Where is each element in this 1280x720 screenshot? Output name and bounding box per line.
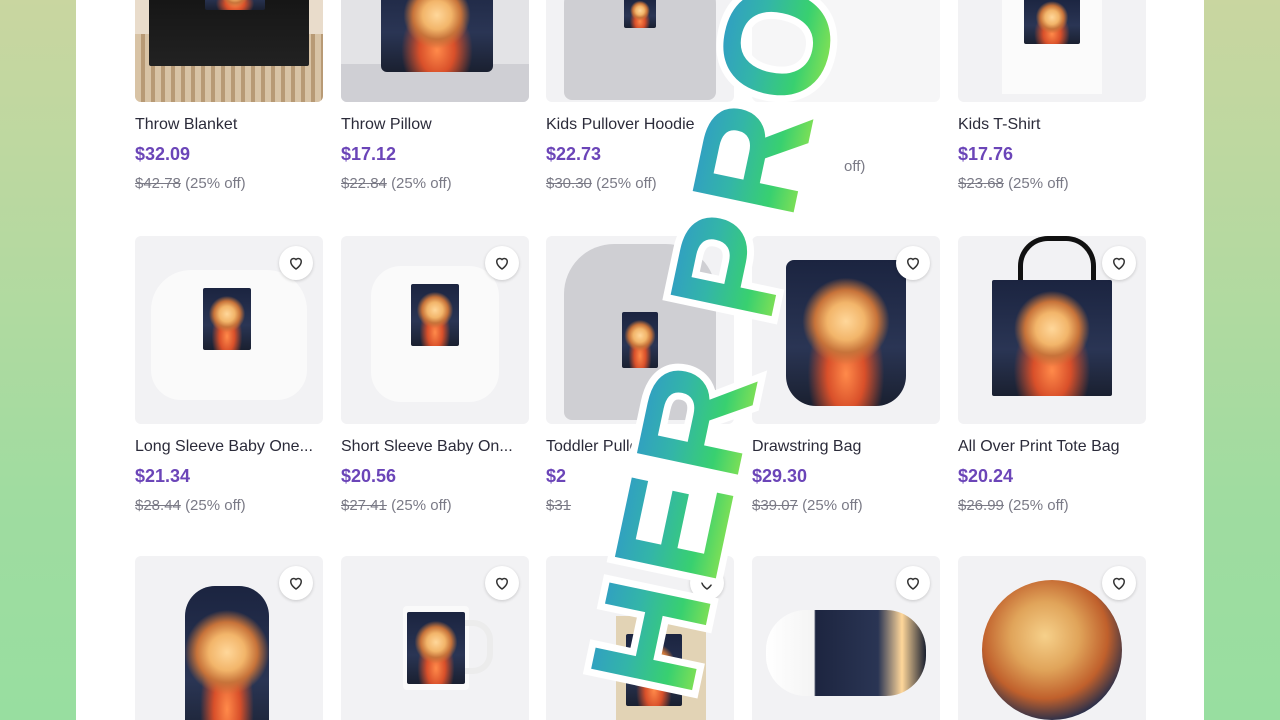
strikethrough-price: $31 (546, 497, 572, 514)
product-price (752, 126, 940, 148)
product-name[interactable]: All Over Print Tote Bag (958, 438, 1146, 456)
strikethrough-price: $30.30 (546, 175, 592, 192)
strikethrough-price: $39.07 (752, 497, 798, 514)
heart-outline-icon (495, 257, 509, 270)
product-image[interactable] (546, 236, 734, 424)
discount-label: (25% off) (802, 497, 863, 514)
product-original-price: off) (752, 158, 940, 175)
product-image[interactable] (958, 0, 1146, 102)
product-price: $2 (546, 466, 567, 486)
product-image[interactable] (135, 556, 323, 720)
product-name[interactable]: Kids T-Shirt (958, 116, 1146, 134)
discount-label: (25% off) (391, 175, 452, 192)
discount-label: (25% off) (185, 497, 246, 514)
heart-outline-icon (906, 577, 920, 590)
product-card[interactable]: Kids T-Shirt $17.76 $23.68 (25% off) (958, 0, 1146, 192)
product-image[interactable] (546, 0, 734, 102)
favorite-button[interactable] (485, 566, 519, 600)
discount-label: off) (844, 158, 866, 175)
favorite-button[interactable] (896, 246, 930, 280)
product-original-price: $28.44 (25% off) (135, 497, 323, 514)
product-card[interactable]: Throw Pillow $17.12 $22.84 (25% off) (341, 0, 529, 192)
product-price: $17.76 (958, 144, 1014, 164)
product-original-price: $39.07 (25% off) (752, 497, 940, 514)
product-card[interactable]: Short Sleeve Baby On... $20.56 $27.41 (2… (341, 236, 529, 514)
favorite-button[interactable] (1102, 566, 1136, 600)
product-image[interactable] (341, 236, 529, 424)
product-original-price: $22.84 (25% off) (341, 175, 529, 192)
product-original-price: $26.99 (25% off) (958, 497, 1146, 514)
product-image[interactable] (135, 236, 323, 424)
product-card[interactable] (341, 556, 529, 720)
product-card[interactable]: off) (752, 0, 940, 175)
product-image[interactable] (752, 0, 940, 102)
product-grid-page: Throw Blanket $32.09 $42.78 (25% off) Th… (76, 0, 1204, 720)
product-name[interactable]: Long Sleeve Baby One... (135, 438, 323, 456)
favorite-button[interactable] (896, 566, 930, 600)
favorite-button[interactable] (279, 566, 313, 600)
product-price: $29.30 (752, 466, 808, 486)
strikethrough-price: $28.44 (135, 497, 181, 514)
discount-label: (25% off) (185, 175, 246, 192)
product-card[interactable] (958, 556, 1146, 720)
product-price: $21.34 (135, 466, 191, 486)
product-image[interactable] (135, 0, 323, 102)
discount-label: (25% off) (596, 175, 657, 192)
heart-outline-icon (700, 577, 714, 590)
product-original-price: $30.30 (25% off) (546, 175, 734, 192)
product-image[interactable] (958, 236, 1146, 424)
product-name[interactable]: Short Sleeve Baby On... (341, 438, 529, 456)
product-name[interactable]: Throw Blanket (135, 116, 323, 134)
discount-label: (25% off) (391, 497, 452, 514)
product-original-price: $42.78 (25% off) (135, 175, 323, 192)
product-price: $32.09 (135, 144, 191, 164)
product-original-price: $23.68 (25% off) (958, 175, 1146, 192)
product-card[interactable]: Kids Pullover Hoodie $22.73 $30.30 (25% … (546, 0, 734, 192)
strikethrough-price: $23.68 (958, 175, 1004, 192)
product-image[interactable] (752, 556, 940, 720)
strikethrough-price: $22.84 (341, 175, 387, 192)
strikethrough-price: $27.41 (341, 497, 387, 514)
product-price: $22.73 (546, 144, 602, 164)
heart-outline-icon (1112, 577, 1126, 590)
discount-label: (25% off) (1008, 175, 1069, 192)
heart-outline-icon (906, 257, 920, 270)
product-image[interactable] (341, 556, 529, 720)
strikethrough-price: $26.99 (958, 497, 1004, 514)
favorite-button[interactable] (1102, 246, 1136, 280)
product-price: $20.24 (958, 466, 1014, 486)
product-card[interactable]: Long Sleeve Baby One... $21.34 $28.44 (2… (135, 236, 323, 514)
product-image[interactable] (958, 556, 1146, 720)
product-card[interactable]: Drawstring Bag $29.30 $39.07 (25% off) (752, 236, 940, 514)
favorite-button[interactable] (279, 246, 313, 280)
heart-outline-icon (1112, 257, 1126, 270)
product-original-price: $31 (546, 497, 734, 514)
product-card[interactable] (546, 556, 734, 720)
product-card[interactable]: Throw Blanket $32.09 $42.78 (25% off) (135, 0, 323, 192)
product-name[interactable]: Throw Pillow (341, 116, 529, 134)
heart-outline-icon (495, 577, 509, 590)
product-card[interactable]: Toddler Pullover Hoodie $2 $31 (546, 236, 734, 514)
product-name[interactable]: Kids Pullover Hoodie (546, 116, 734, 134)
discount-label: (25% off) (1008, 497, 1069, 514)
product-image[interactable] (546, 556, 734, 720)
product-price: $17.12 (341, 144, 397, 164)
heart-outline-icon (289, 577, 303, 590)
product-name[interactable]: Toddler Pullover Hoodie (546, 438, 734, 456)
product-card[interactable] (752, 556, 940, 720)
heart-outline-icon (289, 257, 303, 270)
product-price: $20.56 (341, 466, 397, 486)
product-original-price: $27.41 (25% off) (341, 497, 529, 514)
product-image[interactable] (341, 0, 529, 102)
product-name[interactable]: Drawstring Bag (752, 438, 940, 456)
product-card[interactable]: All Over Print Tote Bag $20.24 $26.99 (2… (958, 236, 1146, 514)
product-card[interactable] (135, 556, 323, 720)
favorite-button[interactable] (690, 566, 724, 600)
favorite-button[interactable] (485, 246, 519, 280)
strikethrough-price: $42.78 (135, 175, 181, 192)
product-image[interactable] (752, 236, 940, 424)
